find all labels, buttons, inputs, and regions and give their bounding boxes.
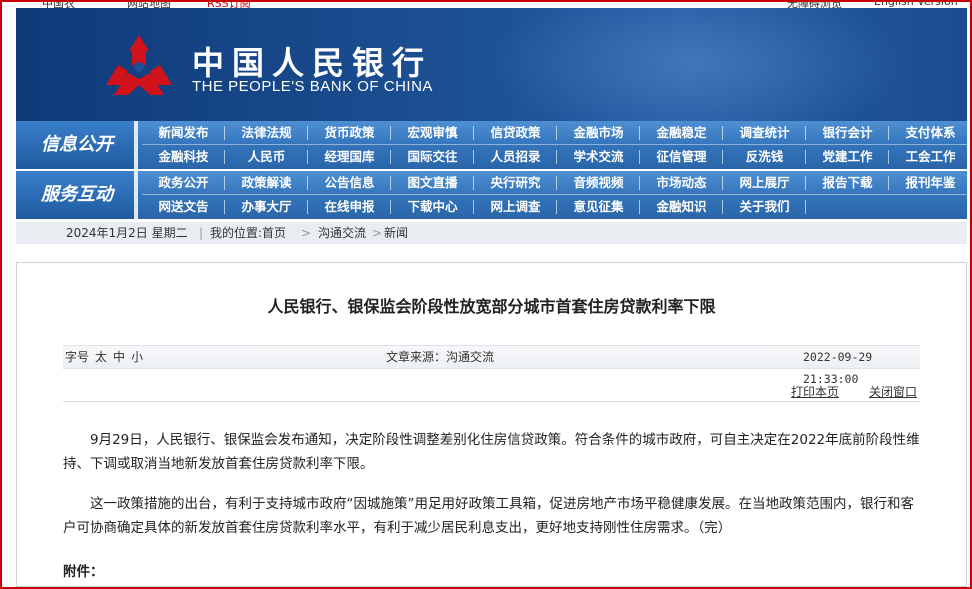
font-size-label: 字号 (65, 350, 90, 364)
nav-item[interactable]: 信贷政策 (474, 121, 557, 145)
breadcrumb-communication[interactable]: 沟通交流 (318, 222, 366, 244)
nav-item[interactable]: 音频视频 (557, 171, 640, 195)
nav-item[interactable]: 网上展厅 (723, 171, 806, 195)
nav-item[interactable]: 政策解读 (225, 171, 308, 195)
article-meta-bar: 字号 太 中 小 文章来源：沟通交流 2022-09-29 21:33:00 (63, 345, 920, 386)
article-paragraph-1: 9月29日，人民银行、银保监会发布通知，决定阶段性调整差别化住房信贷政策。符合条… (63, 432, 920, 472)
nav-item[interactable]: 国际交往 (391, 145, 474, 169)
breadcrumb-separator: > (301, 226, 312, 240)
pboc-emblem-icon[interactable] (104, 33, 174, 97)
current-date: 2024年1月2日 星期二 (66, 226, 188, 240)
nav-item[interactable]: 网上调查 (474, 195, 557, 219)
nav-item[interactable]: 金融稳定 (640, 121, 723, 145)
nav-row: 政务公开 政策解读 公告信息 图文直播 央行研究 音频视频 市场动态 网上展厅 … (142, 171, 967, 195)
nav-item[interactable]: 政务公开 (142, 171, 225, 195)
nav-item[interactable]: 经理国库 (308, 145, 391, 169)
nav-item[interactable]: 网送文告 (142, 195, 225, 219)
nav-item[interactable]: 下载中心 (391, 195, 474, 219)
nav-item[interactable]: 在线申报 (308, 195, 391, 219)
nav-item[interactable]: 金融知识 (640, 195, 723, 219)
top-link-accessibility[interactable]: 无障碍浏览 (787, 2, 842, 8)
site-banner: 中国人民银行 THE PEOPLE'S BANK OF CHINA (16, 8, 967, 121)
article-panel: 人民银行、银保监会阶段性放宽部分城市首套住房贷款利率下限 字号 太 中 小 文章… (16, 262, 967, 587)
font-size-small-link[interactable]: 小 (131, 346, 143, 368)
top-link-rss[interactable]: RSS订阅 (207, 2, 251, 8)
nav-item[interactable]: 调查统计 (723, 121, 806, 145)
nav-item[interactable]: 意见征集 (557, 195, 640, 219)
breadcrumb-separator: > (372, 226, 383, 240)
nav-item[interactable]: 金融市场 (557, 121, 640, 145)
top-utility-strip: 中国农 网站地图 RSS订阅 无障碍浏览 English Version (2, 0, 970, 8)
nav-item[interactable]: 宏观审慎 (391, 121, 474, 145)
nav-item[interactable]: 支付体系 (889, 121, 972, 145)
nav-item[interactable]: 报刊年鉴 (889, 171, 972, 195)
article-source: 文章来源：沟通交流 (386, 350, 495, 364)
article-title: 人民银行、银保监会阶段性放宽部分城市首套住房贷款利率下限 (267, 297, 716, 316)
close-window-link[interactable]: 关闭窗口 (869, 383, 917, 400)
nav-row: 网送文告 办事大厅 在线申报 下载中心 网上调查 意见征集 金融知识 关于我们 (142, 195, 967, 219)
nav-item[interactable]: 工会工作 (889, 145, 972, 169)
nav-item[interactable]: 报告下载 (806, 171, 889, 195)
top-link-english[interactable]: English Version (874, 2, 958, 8)
nav-item[interactable]: 公告信息 (308, 171, 391, 195)
nav-item[interactable]: 党建工作 (806, 145, 889, 169)
brand-english-name: THE PEOPLE'S BANK OF CHINA (192, 78, 433, 95)
nav-item[interactable]: 征信管理 (640, 145, 723, 169)
top-link-sitemap[interactable]: 网站地图 (127, 2, 171, 8)
breadcrumb-home[interactable]: 我的位置:首页 (210, 222, 286, 244)
nav-item[interactable]: 人民币 (225, 145, 308, 169)
nav-item[interactable]: 货币政策 (308, 121, 391, 145)
divider (63, 401, 920, 402)
nav-item[interactable]: 办事大厅 (225, 195, 308, 219)
nav-section-title-service: 服务互动 (16, 171, 138, 219)
nav-item[interactable]: 央行研究 (474, 171, 557, 195)
nav-section-info-disclosure: 信息公开 新闻发布 法律法规 货币政策 宏观审慎 信贷政策 金融市场 金融稳定 … (16, 121, 967, 169)
breadcrumb-news[interactable]: 新闻 (384, 222, 408, 244)
nav-section-service-interaction: 服务互动 政务公开 政策解读 公告信息 图文直播 央行研究 音频视频 市场动态 … (16, 171, 967, 219)
font-size-large-link[interactable]: 太 (95, 346, 107, 368)
article-paragraph-2: 这一政策措施的出台，有利于支持城市政府“因城施策”用足用好政策工具箱，促进房地产… (63, 496, 914, 536)
font-size-medium-link[interactable]: 中 (113, 346, 125, 368)
main-navigation: 信息公开 新闻发布 法律法规 货币政策 宏观审慎 信贷政策 金融市场 金融稳定 … (16, 121, 967, 219)
nav-item[interactable]: 图文直播 (391, 171, 474, 195)
nav-section-title-info: 信息公开 (16, 121, 138, 169)
nav-row: 新闻发布 法律法规 货币政策 宏观审慎 信贷政策 金融市场 金融稳定 调查统计 … (142, 121, 967, 145)
nav-item[interactable]: 银行会计 (806, 121, 889, 145)
nav-item[interactable]: 金融科技 (142, 145, 225, 169)
nav-item[interactable]: 法律法规 (225, 121, 308, 145)
nav-item[interactable]: 学术交流 (557, 145, 640, 169)
print-page-link[interactable]: 打印本页 (791, 383, 839, 400)
nav-item[interactable]: 人员招录 (474, 145, 557, 169)
nav-item[interactable]: 关于我们 (723, 195, 806, 219)
breadcrumb: 2024年1月2日 星期二 | 我的位置:首页 > 沟通交流 > 新闻 (16, 222, 967, 244)
banner-glow (487, 8, 907, 121)
nav-item[interactable]: 反洗钱 (723, 145, 806, 169)
breadcrumb-divider: | (199, 226, 204, 240)
top-link-1[interactable]: 中国农 (42, 2, 75, 8)
attachment-label: 附件： (63, 564, 104, 580)
nav-row: 金融科技 人民币 经理国库 国际交往 人员招录 学术交流 征信管理 反洗钱 党建… (142, 145, 967, 169)
nav-item[interactable]: 市场动态 (640, 171, 723, 195)
nav-item[interactable]: 新闻发布 (142, 121, 225, 145)
